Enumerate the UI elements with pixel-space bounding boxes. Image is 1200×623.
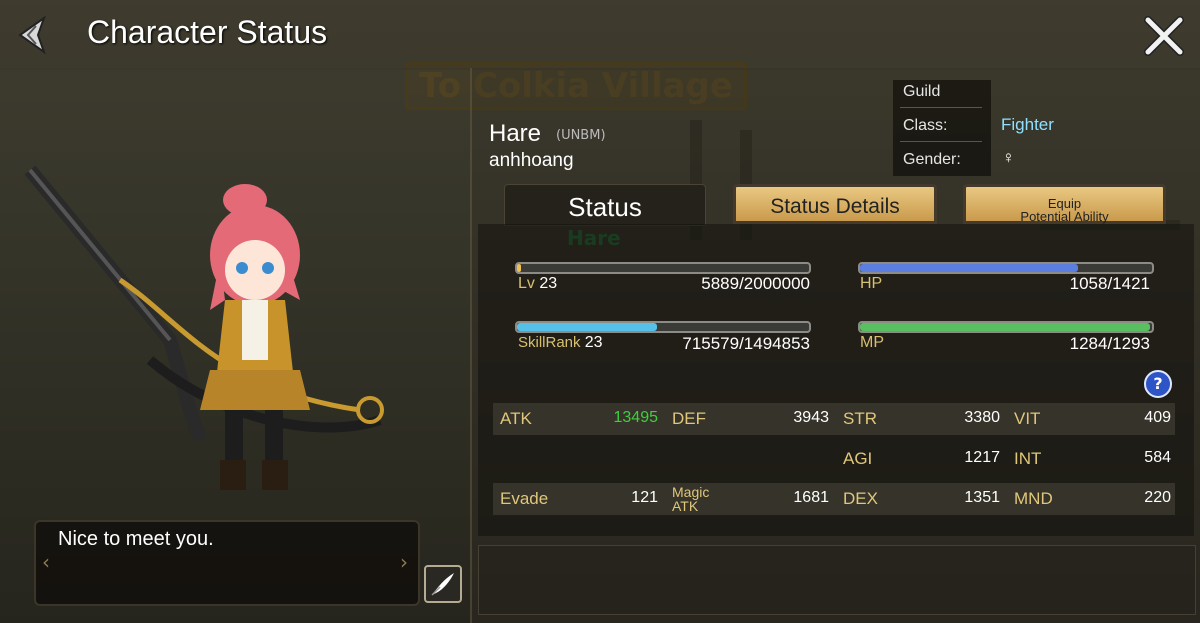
tab-status-details[interactable]: Status Details [733, 184, 937, 224]
back-button[interactable] [14, 14, 56, 56]
greeting-message: Nice to meet you. [58, 528, 214, 550]
level-value: 23 [539, 275, 558, 292]
mp-value: 1284/1293 [1069, 334, 1150, 353]
level-label: Lv 23 [518, 275, 557, 293]
gender-value: ♀ [1002, 148, 1015, 167]
magic-atk-label: Magic ATK [672, 485, 709, 513]
background-name-tag: Hare [567, 226, 621, 250]
skillrank-level: 23 [584, 334, 603, 351]
int-value: 584 [1144, 449, 1171, 466]
quill-icon [431, 573, 454, 596]
character-bow-illustration [24, 165, 384, 490]
skillrank-bar-fill [517, 323, 657, 331]
player-username: anhhoang [489, 150, 574, 171]
level-label-text: Lv [518, 275, 535, 292]
mnd-value: 220 [1144, 489, 1171, 506]
mp-label: MP [860, 334, 884, 351]
scroll-right-icon: › [400, 550, 408, 574]
greeting-message-box: Nice to meet you. ‹ › [34, 520, 420, 606]
close-button[interactable] [1142, 14, 1186, 58]
back-arrow-icon [18, 15, 46, 55]
hp-bar [858, 262, 1154, 274]
character-name: Hare [489, 120, 542, 147]
vit-label: VIT [1014, 409, 1041, 428]
evade-value: 121 [631, 489, 658, 506]
atk-value: 13495 [613, 409, 659, 426]
str-value: 3380 [964, 409, 1000, 426]
atk-label: ATK [500, 409, 532, 428]
magic-atk-label-line1: Magic [672, 484, 710, 500]
vit-value: 409 [1144, 409, 1171, 426]
edit-greeting-button[interactable] [424, 565, 462, 603]
mp-bar [858, 321, 1154, 333]
class-label: Class: [903, 117, 948, 134]
class-value: Fighter [1001, 115, 1054, 134]
tab-equip-sublabel: Potential Ability [1020, 209, 1109, 224]
tab-status[interactable]: Status [504, 184, 706, 226]
skillrank-label: SkillRank 23 [518, 334, 603, 352]
page-title: Character Status [87, 14, 328, 50]
skillrank-bar [515, 321, 811, 333]
evade-label: Evade [500, 489, 549, 508]
def-value: 3943 [793, 409, 829, 426]
dex-value: 1351 [964, 489, 1000, 506]
skillrank-label-text: SkillRank [518, 334, 581, 351]
info-footer-box [478, 545, 1196, 615]
agi-label: AGI [843, 449, 873, 468]
skillrank-value: 715579/1494853 [682, 334, 810, 353]
guild-label: Guild [903, 83, 941, 100]
divider [900, 141, 982, 142]
def-label: DEF [672, 409, 706, 428]
mnd-label: MND [1014, 489, 1053, 508]
help-button[interactable]: ? [1144, 370, 1172, 398]
int-label: INT [1014, 449, 1042, 468]
hp-label: HP [860, 275, 883, 292]
exp-value: 5889/2000000 [701, 274, 810, 293]
magic-atk-label-line2: ATK [672, 498, 699, 514]
hp-value: 1058/1421 [1069, 274, 1150, 293]
scroll-left-icon: ‹ [42, 550, 50, 574]
dex-label: DEX [843, 489, 878, 508]
divider [900, 107, 982, 108]
agi-value: 1217 [964, 449, 1000, 466]
hp-bar-fill [860, 264, 1078, 272]
str-label: STR [843, 409, 877, 428]
exp-bar-fill [517, 264, 522, 272]
exp-bar [515, 262, 811, 274]
tab-equip-potential[interactable]: Equip Potential Ability [963, 184, 1166, 224]
character-model[interactable] [20, 160, 420, 500]
character-tag: (UNBM) [556, 128, 606, 143]
mp-bar-fill [860, 323, 1150, 331]
gender-label: Gender: [903, 151, 961, 168]
magic-atk-value: 1681 [793, 489, 829, 506]
close-icon [1144, 16, 1184, 56]
